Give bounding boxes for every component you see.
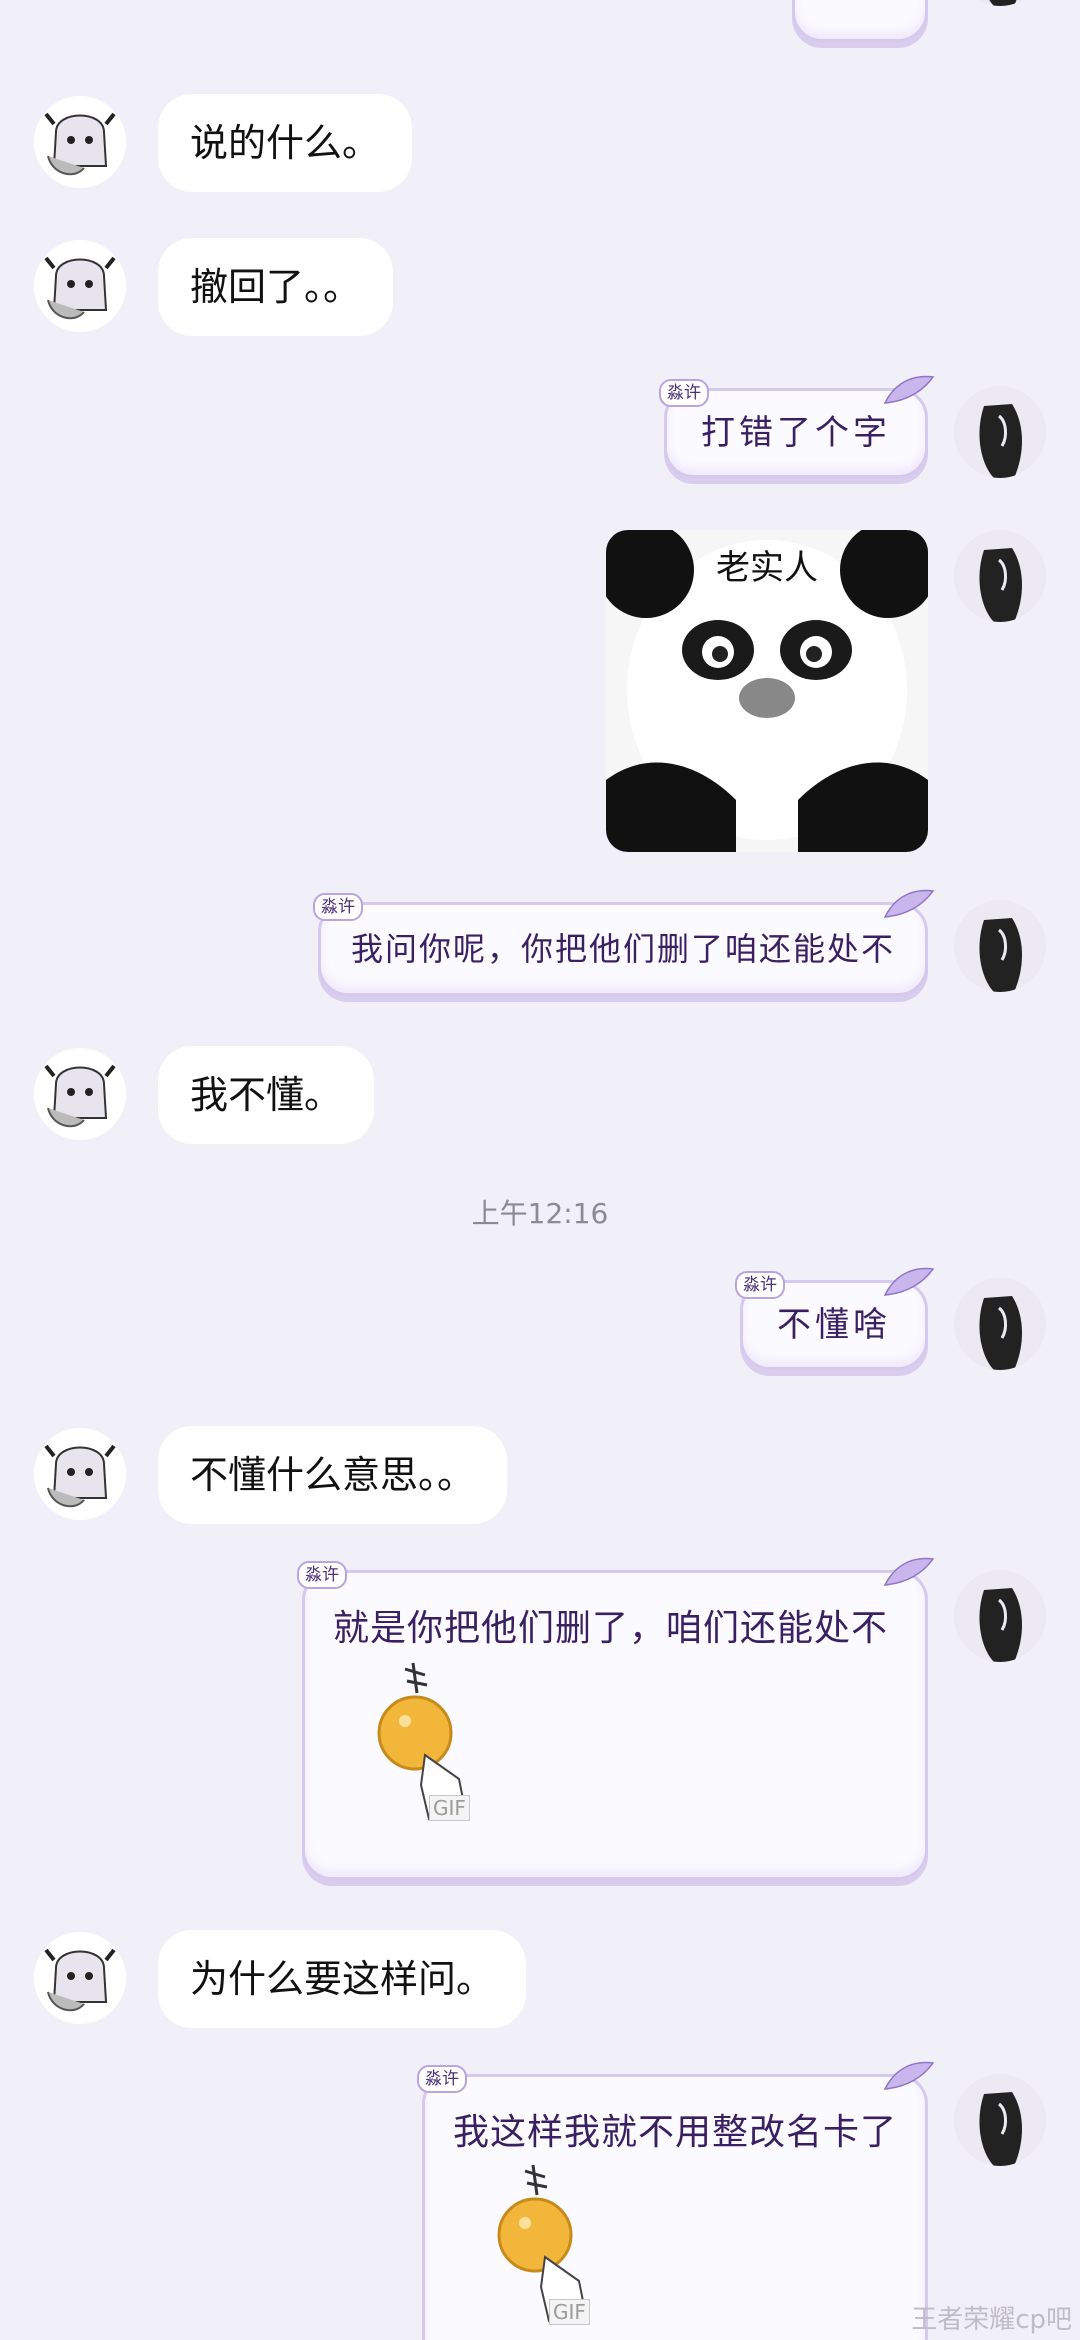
feather-icon — [883, 1557, 935, 1586]
sender-tag: 淼许 — [659, 379, 709, 407]
sender-tag: 淼许 — [312, 893, 363, 921]
self-avatar[interactable] — [954, 2074, 1046, 2166]
message-row: 淼许 打错了个字 — [0, 375, 1080, 486]
message-bubble[interactable]: 淼许 打错了个字 — [659, 375, 935, 478]
message-bubble[interactable]: 淼许 我这样我就不用整改名卡了 GIF — [417, 2061, 935, 2340]
self-avatar[interactable] — [954, 900, 1046, 992]
dark-hair-avatar-icon — [977, 0, 1023, 6]
message-text: 不懂啥 — [777, 1305, 891, 1345]
message-text: 为什么要这样问。 — [190, 1957, 495, 2001]
message-bubble[interactable]: 不懂什么意思。。 — [158, 1426, 508, 1524]
message-row — [0, 0, 1080, 42]
anime-girl-avatar-icon — [34, 240, 126, 332]
chat-history[interactable]: 说的什么。 撤回了。。 淼许 打错了个字 老实人 淼许 我问你呢，你把他们删了咱… — [0, 0, 1080, 2340]
gif-badge: GIF — [549, 2299, 590, 2325]
dark-hair-avatar-icon — [954, 530, 1046, 622]
dark-hair-avatar-icon — [954, 1570, 1046, 1662]
self-avatar[interactable] — [954, 0, 1046, 6]
dark-hair-avatar-icon — [954, 2074, 1046, 2166]
anime-girl-avatar-icon — [34, 1428, 126, 1520]
watermark: 王者荣耀cp吧 — [911, 2305, 1072, 2335]
message-bubble[interactable]: 为什么要这样问。 — [158, 1930, 527, 2028]
self-avatar[interactable] — [954, 530, 1046, 622]
dark-hair-avatar-icon — [954, 386, 1046, 478]
gif-badge: GIF — [429, 1795, 470, 1821]
timestamp: 上午12:16 — [471, 1197, 609, 1230]
message-row: 淼许 我问你呢，你把他们删了咱还能处不 — [0, 889, 1080, 1000]
message-bubble[interactable]: 我不懂。 — [158, 1046, 375, 1144]
sender-tag: 淼许 — [417, 2065, 467, 2093]
message-text: 我这样我就不用整改名卡了 — [453, 2112, 898, 2153]
anime-girl-avatar-icon — [34, 1932, 126, 2024]
contact-avatar[interactable] — [34, 1428, 126, 1520]
anime-girl-avatar-icon — [34, 96, 126, 188]
self-avatar[interactable] — [954, 1570, 1046, 1662]
meme-image[interactable]: 老实人 — [606, 530, 928, 852]
contact-avatar[interactable] — [34, 240, 126, 332]
feather-icon — [883, 1267, 935, 1296]
dark-hair-avatar-icon — [954, 1278, 1046, 1370]
message-row: 不懂什么意思。。 — [0, 1426, 1080, 1526]
sender-tag: 淼许 — [735, 1271, 785, 1299]
message-bubble[interactable]: 说的什么。 — [158, 94, 413, 192]
message-text: 就是你把他们删了，咱们还能处不 — [333, 1608, 889, 1649]
contact-avatar[interactable] — [34, 96, 126, 188]
message-bubble[interactable]: 撤回了。。 — [158, 238, 394, 336]
message-bubble-partial[interactable] — [792, 0, 928, 42]
message-row: 淼许 不懂啥 — [0, 1267, 1080, 1378]
message-row: 为什么要这样问。 — [0, 1930, 1080, 2030]
message-text: 打错了个字 — [701, 413, 891, 453]
message-text: 我不懂。 — [190, 1073, 343, 1117]
message-text: 不懂什么意思。。 — [190, 1453, 476, 1497]
feather-icon — [883, 889, 935, 918]
message-bubble[interactable]: 淼许 不懂啥 — [735, 1267, 935, 1370]
message-row: 老实人 — [0, 530, 1080, 860]
sender-tag: 淼许 — [297, 1561, 347, 1589]
feather-icon — [883, 2061, 935, 2090]
message-row: 说的什么。 — [0, 94, 1080, 194]
message-row: 撤回了。。 — [0, 238, 1080, 338]
message-text: 说的什么。 — [190, 121, 381, 165]
anime-girl-avatar-icon — [34, 1048, 126, 1140]
message-row: 我不懂。 — [0, 1046, 1080, 1146]
contact-avatar[interactable] — [34, 1932, 126, 2024]
self-avatar[interactable] — [954, 386, 1046, 478]
meme-caption: 老实人 — [716, 548, 818, 588]
message-text: 撤回了。。 — [190, 265, 362, 309]
self-avatar[interactable] — [954, 1278, 1046, 1370]
message-row: 淼许 就是你把他们删了，咱们还能处不 GIF — [0, 1557, 1080, 1880]
message-bubble[interactable]: 淼许 就是你把他们删了，咱们还能处不 GIF — [297, 1557, 935, 1880]
contact-avatar[interactable] — [34, 1048, 126, 1140]
message-bubble[interactable]: 淼许 我问你呢，你把他们删了咱还能处不 — [312, 889, 935, 996]
dark-hair-avatar-icon — [954, 900, 1046, 992]
feather-icon — [883, 375, 935, 404]
message-text: 我问你呢，你把他们删了咱还能处不 — [350, 930, 895, 968]
